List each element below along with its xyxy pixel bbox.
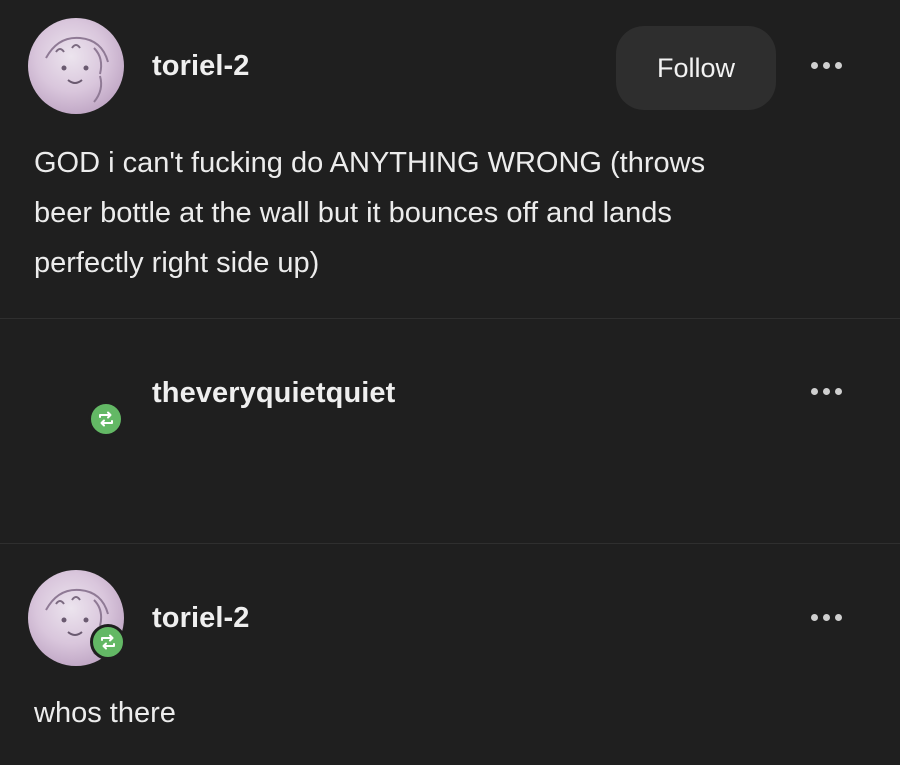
post-text: GOD i can't fucking do ANYTHING WRONG (t… [34, 138, 874, 288]
divider [0, 318, 900, 319]
more-options-icon[interactable] [811, 62, 842, 69]
reblog-text: whos there [34, 697, 176, 729]
more-options-icon[interactable] [811, 614, 842, 621]
reblog-icon [90, 624, 126, 660]
divider [0, 543, 900, 544]
post-text-line: beer bottle at the wall but it bounces o… [34, 197, 672, 229]
post-author[interactable]: toriel-2 [152, 50, 250, 83]
reblog-icon [88, 401, 124, 437]
post-text-line: GOD i can't fucking do ANYTHING WRONG (t… [34, 147, 706, 179]
reblog-author[interactable]: theveryquietquiet [152, 377, 395, 410]
reblog-author[interactable]: toriel-2 [152, 602, 250, 635]
avatar[interactable] [28, 18, 124, 114]
post-text-line: perfectly right side up) [34, 247, 320, 279]
more-options-icon[interactable] [811, 388, 842, 395]
follow-button[interactable]: Follow [616, 26, 776, 110]
